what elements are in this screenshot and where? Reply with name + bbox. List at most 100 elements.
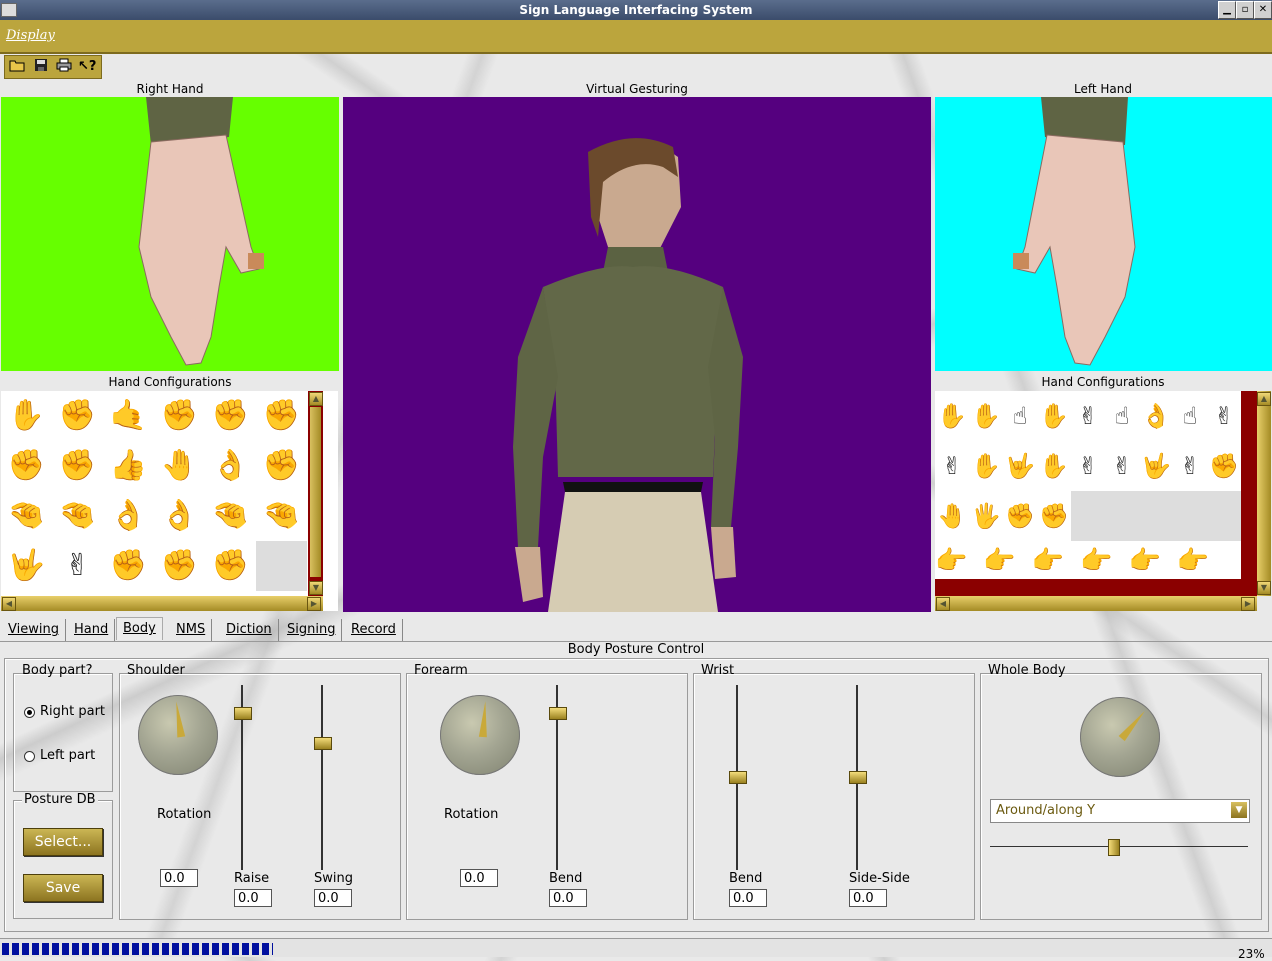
wrist-side-field[interactable]: 0.0 [849, 889, 887, 907]
forearm-rotation-field[interactable]: 0.0 [460, 869, 498, 887]
hand-config-item[interactable]: 🤚 [935, 491, 969, 541]
hand-config-item[interactable]: ✊ [1037, 491, 1071, 541]
print-icon[interactable] [55, 58, 73, 76]
hand-config-item[interactable]: ✋ [1, 391, 52, 441]
left-configs-vscroll-track[interactable] [1241, 391, 1257, 596]
tab-record[interactable]: Record [345, 619, 403, 641]
hand-config-item[interactable]: 🤏 [52, 491, 103, 541]
shoulder-rotation-field[interactable]: 0.0 [160, 869, 198, 887]
hand-config-item[interactable]: 🤏 [1, 491, 52, 541]
forearm-rotation-dial[interactable] [440, 695, 520, 775]
shoulder-raise-handle[interactable] [234, 707, 252, 720]
hand-config-item[interactable]: 👌 [1139, 391, 1173, 441]
hand-config-item[interactable]: ✌ [1071, 391, 1105, 441]
hand-config-item[interactable]: ✌ [1173, 441, 1207, 491]
tab-signing[interactable]: Signing [281, 619, 343, 641]
shoulder-swing-handle[interactable] [314, 737, 332, 750]
hand-config-item[interactable]: ✊ [52, 391, 103, 441]
tab-viewing[interactable]: Viewing [2, 619, 66, 641]
hand-config-item[interactable]: ✌ [1105, 441, 1139, 491]
hand-config-item[interactable]: 🤟 [1003, 441, 1037, 491]
hand-config-item[interactable]: ✌ [52, 541, 103, 591]
right-configs-hscroll[interactable]: ◀ ▶ [1, 596, 323, 611]
hand-config-item[interactable]: 🤚 [154, 441, 205, 491]
shoulder-raise-field[interactable]: 0.0 [234, 889, 272, 907]
whole-body-axis-select[interactable]: Around/along Y ▼ [990, 799, 1250, 823]
hand-config-item[interactable]: ☝ [1173, 391, 1207, 441]
whole-body-dial[interactable] [1080, 697, 1160, 777]
close-icon[interactable]: ✕ [1254, 1, 1272, 19]
scroll-thumb[interactable] [310, 407, 321, 577]
hand-config-item[interactable]: 🖐 [969, 491, 1003, 541]
scroll-up-icon[interactable]: ▲ [309, 392, 323, 406]
minimize-icon[interactable]: ▁ [1218, 1, 1236, 19]
scroll-down-icon[interactable]: ▼ [309, 581, 323, 595]
hand-config-item[interactable]: 🤟 [1, 541, 52, 591]
left-configs-vscroll[interactable]: ▲ ▼ [1257, 391, 1271, 596]
scroll-left-icon[interactable]: ◀ [936, 597, 950, 611]
hand-config-item[interactable]: ✊ [1, 441, 52, 491]
hand-config-item[interactable]: ✋ [935, 391, 969, 441]
hand-config-item[interactable]: ✊ [154, 541, 205, 591]
right-part-radio[interactable] [24, 707, 35, 718]
tab-hand[interactable]: Hand [68, 619, 116, 641]
hand-config-item[interactable]: ✊ [205, 391, 256, 441]
hand-config-item[interactable]: ☝ [1003, 391, 1037, 441]
hand-config-item[interactable]: 🤏 [256, 491, 307, 541]
posture-select-button[interactable]: Select... [23, 828, 103, 856]
hand-config-item[interactable]: ✌ [935, 441, 969, 491]
hand-config-item[interactable]: ✊ [256, 441, 307, 491]
right-configs-list[interactable]: ✋ ✊ 🤙 ✊ ✊ ✊ ✊ ✊ 👍 🤚 👌 ✊ 🤏 🤏 👌 👌 🤏 🤏 🤟 ✌ ✊ ✊ ✊ ▲ ▼ ◀ ▶ [1, 391, 338, 611]
right-configs-vscroll[interactable]: ▲ ▼ [308, 391, 323, 596]
maximize-icon[interactable]: ▫ [1236, 1, 1254, 19]
right-part-label[interactable]: Right part [40, 704, 105, 719]
shoulder-swing-field[interactable]: 0.0 [314, 889, 352, 907]
hand-config-item[interactable]: ✌ [1207, 391, 1241, 441]
hand-config-item[interactable]: 👍 [103, 441, 154, 491]
chevron-down-icon[interactable]: ▼ [1231, 802, 1247, 818]
hand-config-item[interactable]: ✋ [969, 441, 1003, 491]
wrist-bend-handle[interactable] [729, 771, 747, 784]
hand-config-item[interactable]: 🤙 [103, 391, 154, 441]
hand-config-item[interactable]: ✋ [1037, 441, 1071, 491]
right-hand-viewport[interactable] [1, 97, 339, 371]
left-part-label[interactable]: Left part [40, 748, 95, 763]
posture-save-button[interactable]: Save [23, 874, 103, 902]
wrist-side-handle[interactable] [849, 771, 867, 784]
tab-diction[interactable]: Diction [220, 619, 279, 641]
hand-config-item[interactable]: ✋ [969, 391, 1003, 441]
scroll-down-icon[interactable]: ▼ [1257, 581, 1271, 595]
help-pointer-icon[interactable]: ↖? [78, 58, 96, 76]
menu-display[interactable]: Display [6, 28, 55, 43]
left-part-radio[interactable] [24, 751, 35, 762]
hand-config-item[interactable]: ✊ [1003, 491, 1037, 541]
hand-config-item[interactable]: 👌 [154, 491, 205, 541]
scroll-up-icon[interactable]: ▲ [1257, 392, 1271, 406]
hand-config-item[interactable]: 🤟 [1139, 441, 1173, 491]
avatar-viewport[interactable] [343, 97, 931, 612]
whole-body-slider-handle[interactable] [1108, 839, 1120, 856]
save-disk-icon[interactable] [32, 58, 50, 76]
forearm-bend-handle[interactable] [549, 707, 567, 720]
left-configs-hscroll[interactable]: ◀ ▶ [935, 596, 1257, 611]
hand-config-item[interactable]: ✊ [205, 541, 256, 591]
tab-body[interactable]: Body [116, 617, 163, 640]
hand-config-item[interactable]: ✊ [52, 441, 103, 491]
hand-config-item[interactable]: ✋ [1037, 391, 1071, 441]
forearm-bend-field[interactable]: 0.0 [549, 889, 587, 907]
left-configs-list[interactable]: ✋ ✋ ☝ ✋ ✌ ☝ 👌 ☝ ✌ ✌ ✋ 🤟 ✋ ✌ ✌ 🤟 ✌ ✊ 🤚 🖐 ✊ ✊ 👉👉👉👉👉👉 ◀ ▶ [935, 391, 1257, 611]
scroll-left-icon[interactable]: ◀ [2, 597, 16, 611]
hand-config-item[interactable]: ✊ [256, 391, 307, 441]
hand-config-item[interactable]: ✊ [154, 391, 205, 441]
hand-config-item[interactable]: 🤏 [205, 491, 256, 541]
hand-config-item[interactable]: ✊ [1207, 441, 1241, 491]
hand-config-item[interactable]: ✊ [103, 541, 154, 591]
wrist-bend-field[interactable]: 0.0 [729, 889, 767, 907]
scroll-right-icon[interactable]: ▶ [307, 597, 321, 611]
left-hand-viewport[interactable] [935, 97, 1272, 371]
tab-nms[interactable]: NMS [170, 619, 213, 641]
hand-config-item[interactable]: ✌ [1071, 441, 1105, 491]
hand-config-item[interactable]: 👌 [205, 441, 256, 491]
scroll-right-icon[interactable]: ▶ [1241, 597, 1255, 611]
hand-config-item[interactable]: ☝ [1105, 391, 1139, 441]
